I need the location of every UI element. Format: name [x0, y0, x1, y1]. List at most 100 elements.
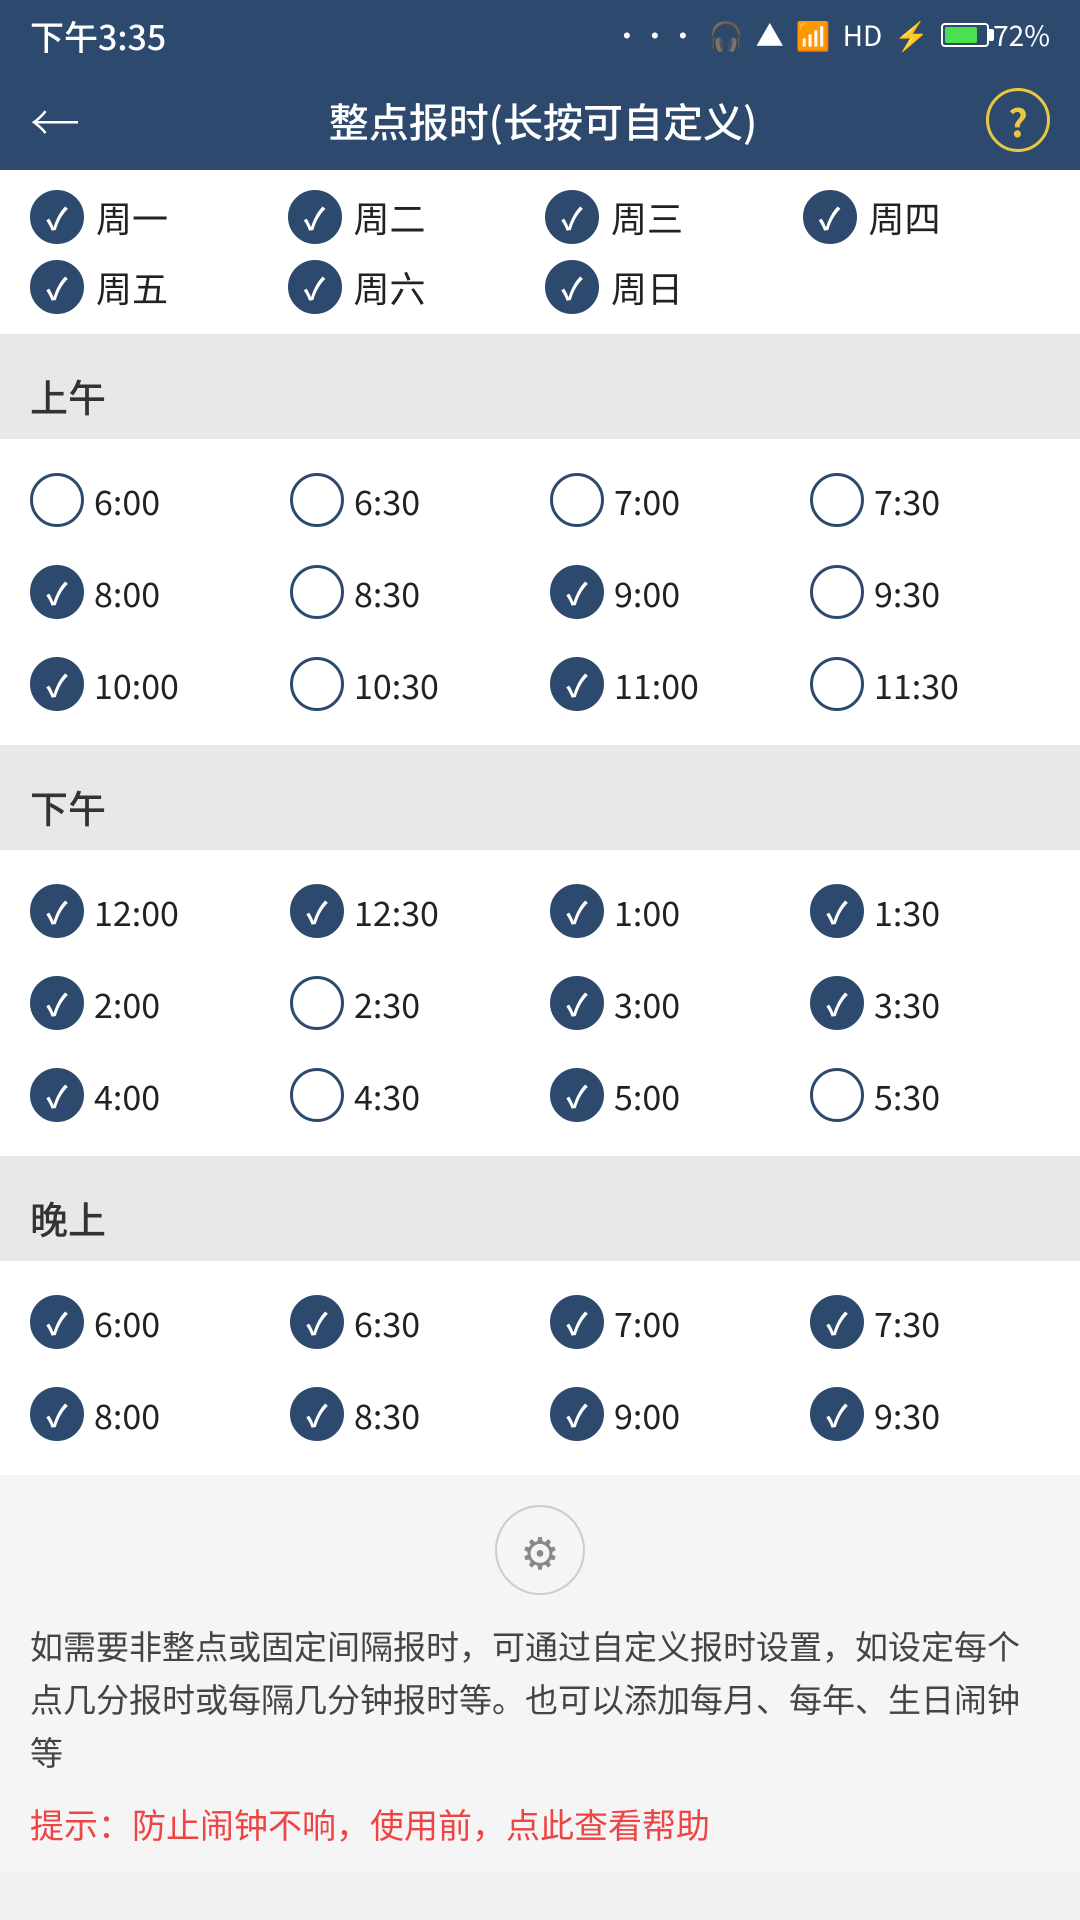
time-checkbox-2-7	[810, 1387, 864, 1441]
time-item-0-9[interactable]: 10:30	[280, 643, 540, 725]
day-item-周一[interactable]: 周一	[30, 190, 278, 244]
time-label-2-0: 6:00	[94, 1298, 160, 1347]
time-item-0-2[interactable]: 7:00	[540, 459, 800, 541]
time-item-1-11[interactable]: 5:30	[800, 1054, 1060, 1136]
time-item-0-8[interactable]: 10:00	[20, 643, 280, 725]
time-checkbox-2-0	[30, 1295, 84, 1349]
bottom-section: ⚙ 如需要非整点或固定间隔报时，可通过自定义报时设置，如设定每个点几分报时或每隔…	[0, 1475, 1080, 1872]
time-item-1-8[interactable]: 4:00	[20, 1054, 280, 1136]
time-label-0-8: 10:00	[94, 660, 179, 709]
day-checkbox-周二	[288, 190, 342, 244]
time-checkbox-1-9	[290, 1068, 344, 1122]
day-label-周三: 周三	[611, 191, 683, 243]
time-checkbox-2-6	[550, 1387, 604, 1441]
settings-icon: ⚙	[495, 1505, 585, 1595]
time-item-1-9[interactable]: 4:30	[280, 1054, 540, 1136]
bottom-description: 如需要非整点或固定间隔报时，可通过自定义报时设置，如设定每个点几分报时或每隔几分…	[30, 1619, 1050, 1777]
time-item-1-6[interactable]: 3:00	[540, 962, 800, 1044]
time-item-0-3[interactable]: 7:30	[800, 459, 1060, 541]
time-label-2-7: 9:30	[874, 1390, 940, 1439]
time-checkbox-1-2	[550, 884, 604, 938]
time-checkbox-1-0	[30, 884, 84, 938]
time-checkbox-1-6	[550, 976, 604, 1030]
time-label-1-6: 3:00	[614, 979, 680, 1028]
day-item-周六[interactable]: 周六	[288, 260, 536, 314]
time-item-2-4[interactable]: 8:00	[20, 1373, 280, 1455]
time-label-2-3: 7:30	[874, 1298, 940, 1347]
time-item-0-10[interactable]: 11:00	[540, 643, 800, 725]
times-section-1: 12:00 12:30 1:00 1:30 2:00 2:30 3:00 3:30 4:00 4:…	[0, 850, 1080, 1156]
time-item-2-7[interactable]: 9:30	[800, 1373, 1060, 1455]
day-checkbox-周五	[30, 260, 84, 314]
time-checkbox-0-0	[30, 473, 84, 527]
time-item-1-3[interactable]: 1:30	[800, 870, 1060, 952]
time-checkbox-0-10	[550, 657, 604, 711]
time-item-2-3[interactable]: 7:30	[800, 1281, 1060, 1363]
time-checkbox-1-10	[550, 1068, 604, 1122]
time-item-0-4[interactable]: 8:00	[20, 551, 280, 633]
day-item-周五[interactable]: 周五	[30, 260, 278, 314]
time-item-0-0[interactable]: 6:00	[20, 459, 280, 541]
time-item-1-2[interactable]: 1:00	[540, 870, 800, 952]
day-checkbox-周四	[803, 190, 857, 244]
time-item-2-5[interactable]: 8:30	[280, 1373, 540, 1455]
time-item-2-0[interactable]: 6:00	[20, 1281, 280, 1363]
time-checkbox-0-7	[810, 565, 864, 619]
signal-dots-icon: ···	[613, 15, 697, 55]
bottom-tip[interactable]: 提示：防止闹钟不响，使用前，点此查看帮助	[30, 1797, 1050, 1851]
times-section-0: 6:00 6:30 7:007:30 8:008:309:00 9:30 10:00 10:…	[0, 439, 1080, 745]
time-checkbox-2-2	[550, 1295, 604, 1349]
day-label-周六: 周六	[354, 261, 426, 313]
time-item-2-1[interactable]: 6:30	[280, 1281, 540, 1363]
settings-button[interactable]: ⚙	[30, 1505, 1050, 1595]
time-item-0-7[interactable]: 9:30	[800, 551, 1060, 633]
battery-percent: 72%	[993, 15, 1050, 55]
day-item-周日[interactable]: 周日	[545, 260, 793, 314]
time-label-1-1: 12:30	[354, 887, 439, 936]
time-item-0-5[interactable]: 8:30	[280, 551, 540, 633]
time-item-1-0[interactable]: 12:00	[20, 870, 280, 952]
time-label-1-3: 1:30	[874, 887, 940, 936]
time-item-2-2[interactable]: 7:00	[540, 1281, 800, 1363]
time-label-1-4: 2:00	[94, 979, 160, 1028]
day-item-周二[interactable]: 周二	[288, 190, 536, 244]
time-checkbox-2-1	[290, 1295, 344, 1349]
time-label-0-7: 9:30	[874, 568, 940, 617]
day-item-周三[interactable]: 周三	[545, 190, 793, 244]
back-button[interactable]: ←	[30, 84, 80, 156]
time-label-1-11: 5:30	[874, 1071, 940, 1120]
day-checkbox-周一	[30, 190, 84, 244]
time-item-1-10[interactable]: 5:00	[540, 1054, 800, 1136]
help-button[interactable]: ?	[986, 88, 1050, 152]
status-icons: ··· 🎧 ▲ 📶 HD ⚡ 72%	[613, 15, 1050, 55]
time-item-1-7[interactable]: 3:30	[800, 962, 1060, 1044]
time-item-0-11[interactable]: 11:30	[800, 643, 1060, 725]
time-label-1-9: 4:30	[354, 1071, 420, 1120]
time-item-2-6[interactable]: 9:00	[540, 1373, 800, 1455]
time-item-0-1[interactable]: 6:30	[280, 459, 540, 541]
time-checkbox-2-3	[810, 1295, 864, 1349]
time-label-2-2: 7:00	[614, 1298, 680, 1347]
time-item-0-6[interactable]: 9:00	[540, 551, 800, 633]
time-checkbox-2-5	[290, 1387, 344, 1441]
time-checkbox-0-11	[810, 657, 864, 711]
day-item-周四[interactable]: 周四	[803, 190, 1051, 244]
day-label-周五: 周五	[96, 261, 168, 313]
times-section-2: 6:00 6:30 7:00 7:30 8:00 8:30 9:00 9:30	[0, 1261, 1080, 1475]
separator-1	[0, 1156, 1080, 1174]
time-label-0-1: 6:30	[354, 476, 420, 525]
times-grid-0: 6:00 6:30 7:007:30 8:008:309:00 9:30 10:00 10:…	[20, 449, 1060, 735]
time-checkbox-0-1	[290, 473, 344, 527]
time-label-2-5: 8:30	[354, 1390, 420, 1439]
time-label-0-0: 6:00	[94, 476, 160, 525]
day-label-周二: 周二	[354, 191, 426, 243]
time-checkbox-1-8	[30, 1068, 84, 1122]
day-label-周一: 周一	[96, 191, 168, 243]
time-item-1-5[interactable]: 2:30	[280, 962, 540, 1044]
section-header-2: 晚上	[0, 1174, 1080, 1261]
time-checkbox-0-8	[30, 657, 84, 711]
time-checkbox-0-2	[550, 473, 604, 527]
time-item-1-4[interactable]: 2:00	[20, 962, 280, 1044]
time-label-1-0: 12:00	[94, 887, 179, 936]
time-item-1-1[interactable]: 12:30	[280, 870, 540, 952]
